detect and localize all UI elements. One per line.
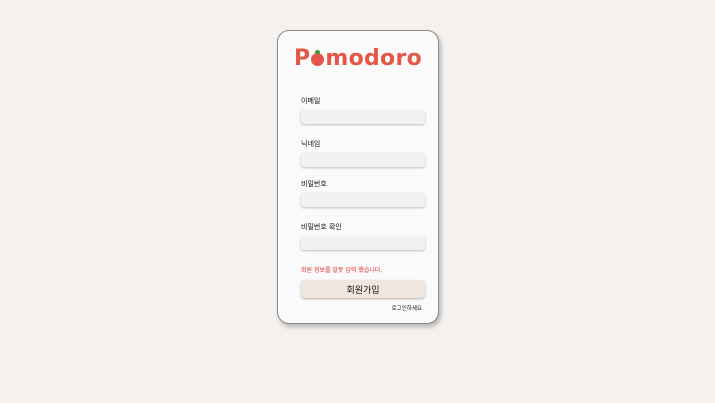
- app-logo: Pmodoro: [278, 45, 438, 73]
- password-input[interactable]: [301, 193, 425, 207]
- nickname-label: 닉네임: [301, 140, 321, 148]
- signup-card: Pmodoro 이메일 닉네임 비밀번호 비밀번호 확인 회원 정보를 잘못 입…: [277, 30, 439, 324]
- tomato-icon: [311, 50, 325, 66]
- password-label: 비밀번호: [301, 180, 327, 188]
- error-message: 회원 정보를 잘못 입력 했습니다.: [301, 267, 383, 274]
- signup-button[interactable]: 회원가입: [301, 280, 425, 298]
- password-confirm-label: 비밀번호 확인: [301, 223, 342, 231]
- logo-text-prefix: P: [293, 46, 311, 71]
- email-label: 이메일: [301, 97, 321, 105]
- password-confirm-input[interactable]: [301, 236, 425, 250]
- login-link[interactable]: 로그인하세요: [392, 306, 422, 313]
- tomato-leaf: [315, 50, 321, 54]
- email-input[interactable]: [301, 110, 425, 124]
- nickname-input[interactable]: [301, 153, 425, 167]
- logo-text-suffix: modoro: [325, 46, 423, 71]
